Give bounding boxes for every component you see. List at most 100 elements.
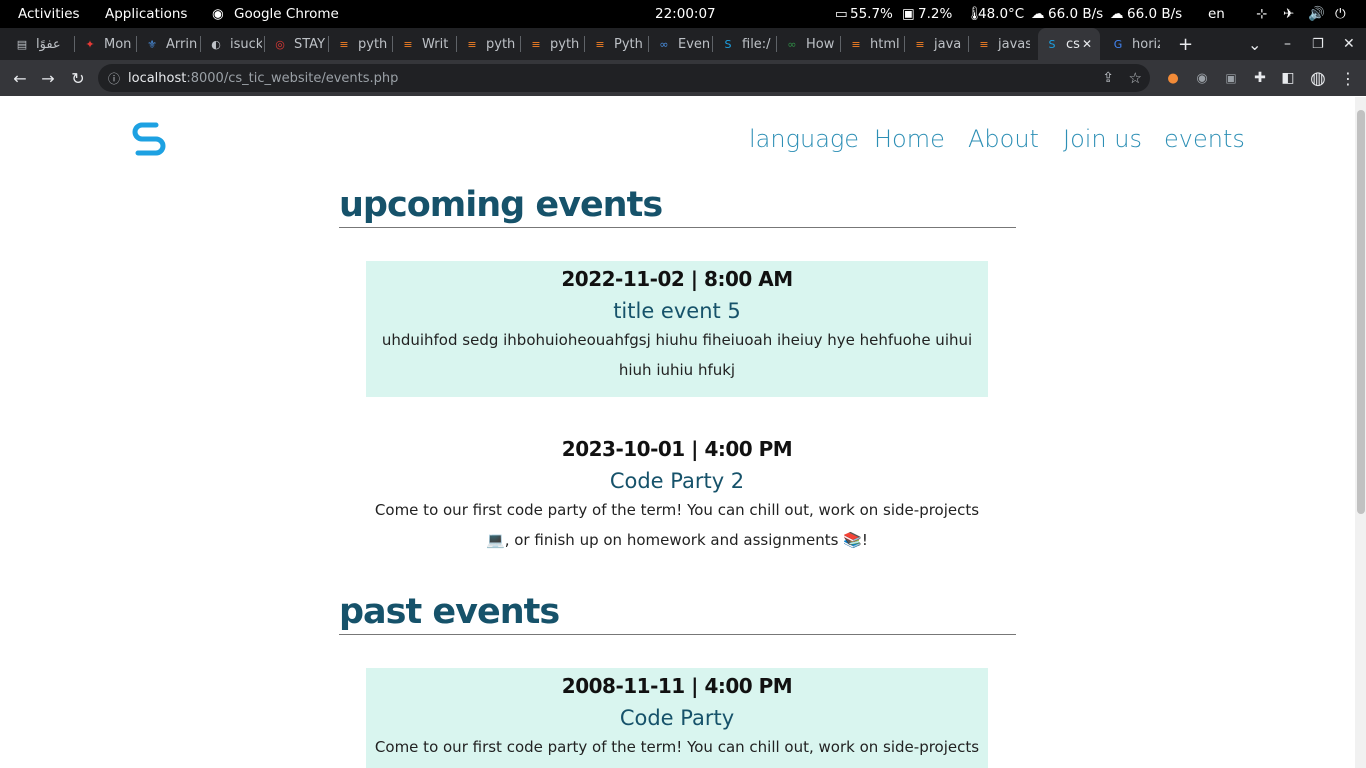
- browser-tab[interactable]: ◎ STAY: [266, 28, 326, 60]
- extension-fox-icon[interactable]: ●: [1161, 66, 1185, 90]
- target-icon: ◎: [275, 37, 285, 51]
- browser-tab[interactable]: ≡ html: [842, 28, 902, 60]
- event-date: 2023-10-01 | 4:00 PM: [561, 437, 793, 461]
- tab-label: file:/: [742, 36, 771, 52]
- browser-tab[interactable]: ≡ pyth: [522, 28, 582, 60]
- tab-separator: [328, 36, 329, 52]
- browser-tab[interactable]: ≡ javas: [970, 28, 1030, 60]
- browser-toolbar: ← → ↻ ⓘ localhost:8000/cs_tic_website/ev…: [0, 60, 1366, 96]
- tab-separator: [648, 36, 649, 52]
- airplane-mode-icon[interactable]: ✈: [1283, 6, 1294, 22]
- tab-label: Mon: [104, 36, 132, 52]
- tab-separator: [520, 36, 521, 52]
- tab-label: Arrin: [166, 36, 198, 52]
- profile-avatar-icon[interactable]: ◍: [1306, 66, 1330, 90]
- browser-tab[interactable]: ▤ عفوًا: [8, 28, 70, 60]
- event-description: uhduihfod sedg ihbohuioheouahfgsj hiuhu …: [381, 331, 973, 379]
- bookmark-star-icon[interactable]: ☆: [1129, 69, 1142, 87]
- browser-tab[interactable]: ∞ How: [778, 28, 838, 60]
- new-tab-icon[interactable]: +: [1178, 28, 1193, 60]
- upload-icon: ☁: [1110, 6, 1124, 22]
- power-icon[interactable]: ⏻: [1335, 6, 1346, 22]
- tab-separator: [200, 36, 201, 52]
- upcoming-events-heading: upcoming events: [339, 185, 1016, 228]
- stackoverflow-icon: ≡: [595, 37, 605, 51]
- tab-label: STAY: [294, 36, 326, 52]
- tab-label: How: [806, 36, 835, 52]
- event-card: 2023-10-01 | 4:00 PM Code Party 2 Come t…: [366, 431, 988, 567]
- browser-tab[interactable]: ≡ pyth: [330, 28, 390, 60]
- browser-tab[interactable]: Scs ✕: [1038, 28, 1100, 60]
- browser-tab-strip: ▤ عفوًا ✦ Mon ⚜ Arrin ◐ isuck ◎ STAY ≡ pyth ≡ Writ ≡ py…: [0, 28, 1366, 60]
- browser-tab[interactable]: ≡ Pyth: [586, 28, 646, 60]
- tab-separator: [840, 36, 841, 52]
- event-title: Code Party 2: [609, 469, 745, 493]
- address-bar[interactable]: ⓘ localhost:8000/cs_tic_website/events.p…: [98, 64, 1150, 92]
- upload-readout: 66.0 B/s: [1127, 6, 1183, 22]
- reload-icon[interactable]: ↻: [66, 66, 90, 90]
- browser-tab[interactable]: ✦ Mon: [76, 28, 134, 60]
- scrollbar-thumb[interactable]: [1357, 110, 1365, 514]
- nav-about[interactable]: About: [968, 125, 1039, 153]
- tab-label: Even: [678, 36, 710, 52]
- nav-language[interactable]: language: [749, 125, 859, 153]
- network-icon[interactable]: ⊹: [1256, 6, 1267, 22]
- site-logo-icon: S: [1048, 37, 1056, 51]
- tab-separator: [904, 36, 905, 52]
- volume-icon[interactable]: 🔊: [1308, 6, 1325, 22]
- browser-tab[interactable]: Sfile:/: [714, 28, 774, 60]
- browser-tab[interactable]: ◐ isuck: [202, 28, 262, 60]
- stackoverflow-icon: ≡: [403, 37, 413, 51]
- download-readout: 66.0 B/s: [1048, 6, 1104, 22]
- site-logo-icon: S: [724, 37, 732, 51]
- extension-shield-icon[interactable]: ◉: [1190, 66, 1214, 90]
- site-logo-icon[interactable]: [128, 117, 170, 164]
- nav-events[interactable]: events: [1164, 125, 1245, 153]
- tab-label: Pyth: [614, 36, 643, 52]
- tab-label: javas: [998, 36, 1030, 52]
- activities-button[interactable]: Activities: [18, 6, 80, 22]
- tab-separator: [712, 36, 713, 52]
- tab-separator: [456, 36, 457, 52]
- menu-kebab-icon[interactable]: ⋮: [1336, 66, 1360, 90]
- tab-separator: [776, 36, 777, 52]
- maximize-icon[interactable]: ❐: [1312, 28, 1324, 60]
- tab-separator: [264, 36, 265, 52]
- extension-a-icon[interactable]: ▣: [1219, 66, 1243, 90]
- close-tab-icon[interactable]: ✕: [1082, 37, 1092, 51]
- window-close-icon[interactable]: ✕: [1343, 28, 1355, 60]
- stackoverflow-icon: ≡: [531, 37, 541, 51]
- battery-readout: 55.7%: [850, 6, 893, 22]
- browser-tab[interactable]: ≡ pyth: [458, 28, 518, 60]
- tab-label: pyth: [486, 36, 516, 52]
- browser-tab[interactable]: ≡ java: [906, 28, 966, 60]
- tab-label: pyth: [550, 36, 580, 52]
- browser-tab[interactable]: ≡ Writ: [394, 28, 454, 60]
- minimize-icon[interactable]: –: [1284, 28, 1291, 60]
- browser-tab[interactable]: Ghoriz: [1104, 28, 1160, 60]
- tab-label: Writ: [422, 36, 449, 52]
- app-name[interactable]: Google Chrome: [234, 6, 339, 22]
- applications-menu[interactable]: Applications: [105, 6, 187, 22]
- event-card: 2008-11-11 | 4:00 PM Code Party Come to …: [366, 668, 988, 768]
- tab-label: isuck: [230, 36, 262, 52]
- side-panel-icon[interactable]: ◧: [1276, 66, 1300, 90]
- browser-tab[interactable]: ∞ Even: [650, 28, 710, 60]
- back-icon[interactable]: ←: [8, 66, 32, 90]
- browser-tab[interactable]: ⚜ Arrin: [138, 28, 198, 60]
- extensions-puzzle-icon[interactable]: ✚: [1248, 66, 1272, 90]
- site-info-icon[interactable]: ⓘ: [108, 70, 120, 87]
- nav-join-us[interactable]: Join us: [1063, 125, 1142, 153]
- stackoverflow-icon: ≡: [915, 37, 925, 51]
- maple-icon: ✦: [85, 37, 95, 51]
- forward-icon[interactable]: →: [36, 66, 60, 90]
- clock[interactable]: 22:00:07: [655, 6, 716, 22]
- share-icon[interactable]: ⇪: [1102, 70, 1114, 86]
- tab-separator: [74, 36, 75, 52]
- event-title: Code Party: [619, 706, 735, 730]
- system-top-bar: Activities Applications ◉ Google Chrome …: [0, 0, 1366, 28]
- tab-search-icon[interactable]: ⌄: [1248, 28, 1261, 60]
- nav-home[interactable]: Home: [874, 125, 945, 153]
- address-path: :8000/cs_tic_website/events.php: [186, 70, 399, 86]
- language-indicator[interactable]: en: [1208, 6, 1225, 22]
